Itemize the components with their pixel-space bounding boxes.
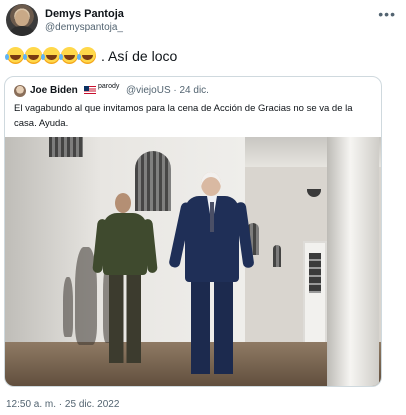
person-torso xyxy=(103,213,147,275)
person-legs xyxy=(109,273,141,363)
person-tie xyxy=(210,202,214,232)
tweet-timestamp[interactable]: 12:50 a. m. · 25 dic. 2022 xyxy=(6,399,119,410)
person-head xyxy=(201,172,221,196)
laughing-emoji-icon xyxy=(59,47,78,64)
quoted-tweet-text: El vagabundo al que invitamos para la ce… xyxy=(14,103,353,129)
tweet-header: Demys Pantoja @demyspantoja_ ••• xyxy=(6,4,400,40)
tweet-body-text: . Así de loco xyxy=(101,47,178,64)
photo-shadow xyxy=(63,277,73,337)
photo-door xyxy=(303,241,327,345)
photo-person-right xyxy=(168,172,255,377)
quoted-handle-date[interactable]: @viejoUS · 24 dic. xyxy=(126,85,209,96)
photo-window xyxy=(49,137,83,157)
us-flag-icon xyxy=(84,86,96,94)
laughing-emoji-icon xyxy=(77,47,96,64)
person-legs xyxy=(191,278,233,374)
avatar-face xyxy=(15,10,29,26)
photo-lamp xyxy=(307,189,321,197)
photo-window xyxy=(273,245,281,267)
avatar-body xyxy=(10,26,34,36)
quoted-tweet[interactable]: Joe Biden parody @viejoUS · 24 dic. El v… xyxy=(4,76,382,387)
tweet-text: . Así de loco xyxy=(5,47,178,64)
more-icon[interactable]: ••• xyxy=(378,6,396,22)
laughing-emoji-icon xyxy=(5,47,24,64)
avatar[interactable] xyxy=(6,4,38,36)
quoted-tweet-photo[interactable] xyxy=(5,137,381,386)
photo-person-left xyxy=(92,193,158,369)
parody-badge: parody xyxy=(98,83,120,90)
quoted-author-name[interactable]: Joe Biden xyxy=(30,85,78,96)
laughing-emoji-icon xyxy=(41,47,60,64)
quoted-avatar[interactable] xyxy=(14,85,26,97)
author-name[interactable]: Demys Pantoja xyxy=(45,8,124,20)
photo-column xyxy=(327,137,379,386)
laughing-emoji-icon xyxy=(23,47,42,64)
person-head xyxy=(115,193,131,213)
author-handle[interactable]: @demyspantoja_ xyxy=(45,22,123,33)
